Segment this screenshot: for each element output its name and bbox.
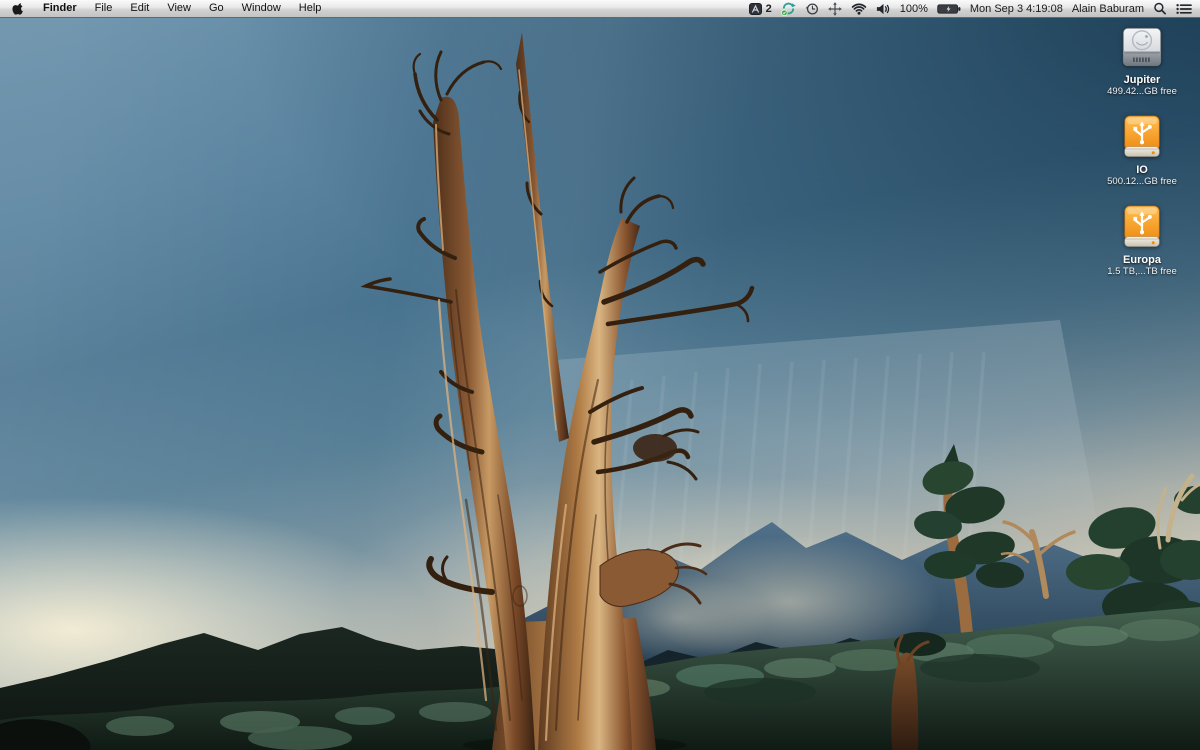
spotlight-icon[interactable]	[1153, 2, 1167, 16]
menu-window[interactable]: Window	[233, 0, 290, 17]
menu-file[interactable]: File	[86, 0, 122, 17]
menu-view[interactable]: View	[158, 0, 200, 17]
time-machine-icon[interactable]	[805, 2, 819, 16]
wallpaper	[0, 0, 1200, 750]
menu-help[interactable]: Help	[290, 0, 331, 17]
app-indicator-icon[interactable]	[748, 2, 762, 15]
drive-info: 1.5 TB,...TB free	[1107, 266, 1177, 277]
volume-icon[interactable]	[876, 3, 891, 15]
drive-label[interactable]: IO	[1136, 164, 1148, 176]
desktop-icon-europa[interactable]: Europa 1.5 TB,...TB free	[1092, 203, 1192, 278]
usb-drive-icon	[1124, 205, 1160, 247]
menu-edit[interactable]: Edit	[121, 0, 158, 17]
internal-drive-icon	[1122, 27, 1162, 67]
menu-bar: Finder File Edit View Go Window Help 2 1…	[0, 0, 1200, 18]
desktop-icon-column: Jupiter 499.42...GB free IO 500.12...GB …	[1092, 23, 1192, 278]
battery-icon[interactable]	[937, 3, 961, 15]
sync-icon[interactable]	[780, 1, 796, 16]
desktop-screen: Finder File Edit View Go Window Help 2 1…	[0, 0, 1200, 750]
wallpaper-scene	[0, 32, 1200, 750]
user-menu[interactable]: Alain Baburam	[1072, 3, 1144, 15]
drive-info: 499.42...GB free	[1107, 86, 1177, 97]
menu-go[interactable]: Go	[200, 0, 233, 17]
drive-label[interactable]: Europa	[1123, 254, 1161, 266]
list-menu-icon[interactable]	[1176, 3, 1192, 15]
wifi-icon[interactable]	[851, 3, 867, 15]
menu-bar-status: 2 100% Mon Sep 3 4:19:08 Alain Baburam	[748, 0, 1200, 17]
desktop-icon-jupiter[interactable]: Jupiter 499.42...GB free	[1092, 23, 1192, 98]
app-indicator-count[interactable]: 2	[766, 3, 772, 15]
menu-clock[interactable]: Mon Sep 3 4:19:08	[970, 3, 1063, 15]
menu-finder[interactable]: Finder	[34, 0, 86, 17]
battery-percent[interactable]: 100%	[900, 3, 928, 15]
drive-label[interactable]: Jupiter	[1124, 74, 1161, 86]
menu-bar-left: Finder File Edit View Go Window Help	[0, 0, 330, 17]
desktop-icon-io[interactable]: IO 500.12...GB free	[1092, 113, 1192, 188]
drive-info: 500.12...GB free	[1107, 176, 1177, 187]
move-arrows-icon[interactable]	[827, 1, 842, 16]
apple-logo-icon	[12, 2, 23, 15]
apple-menu[interactable]	[10, 2, 34, 16]
usb-drive-icon	[1124, 115, 1160, 157]
